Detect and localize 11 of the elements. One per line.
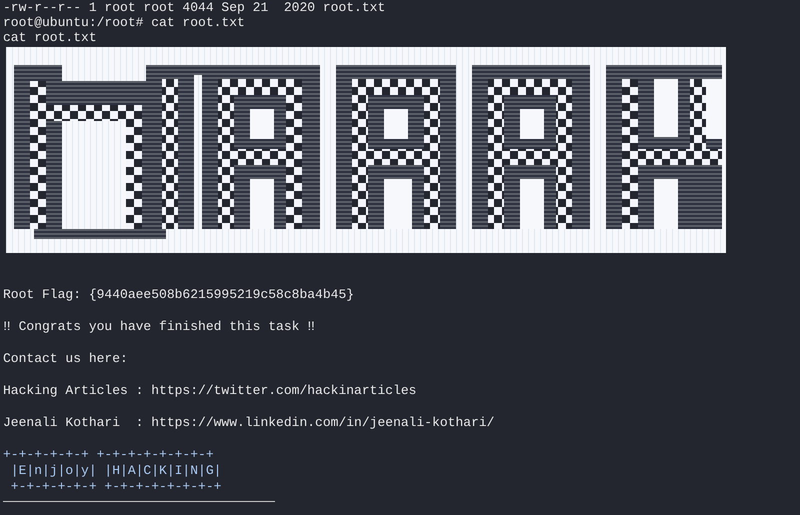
output-line: ‼ Congrats you have finished this task ‼	[3, 319, 316, 335]
output-line: Contact us here:	[3, 351, 128, 367]
output-line: Hacking Articles : https://twitter.com/hackinarticles	[3, 383, 416, 399]
output-line: Root Flag: {9440aee508b6215995219c58c8ba4b45}	[3, 287, 354, 303]
terminal-line: -rw-r--r-- 1 root root 4044 Sep 21 2020 root.txt	[3, 0, 386, 15]
ascii-art-line: |E|n|j|o|y| |H|A|C|K|I|N|G|	[10, 463, 222, 479]
terminal-line: cat root.txt	[3, 30, 97, 45]
terminal-line: root@ubuntu:/root# cat root.txt	[3, 15, 245, 30]
ascii-art-line: +-+-+-+-+-+ +-+-+-+-+-+-+-+	[10, 479, 222, 495]
output-line: Jeenali Kothari : https://www.linkedin.com/in/jeenali-kothari/	[3, 415, 494, 431]
ascii-art-line: +-+-+-+-+-+ +-+-+-+-+-+-+-+	[3, 447, 214, 463]
